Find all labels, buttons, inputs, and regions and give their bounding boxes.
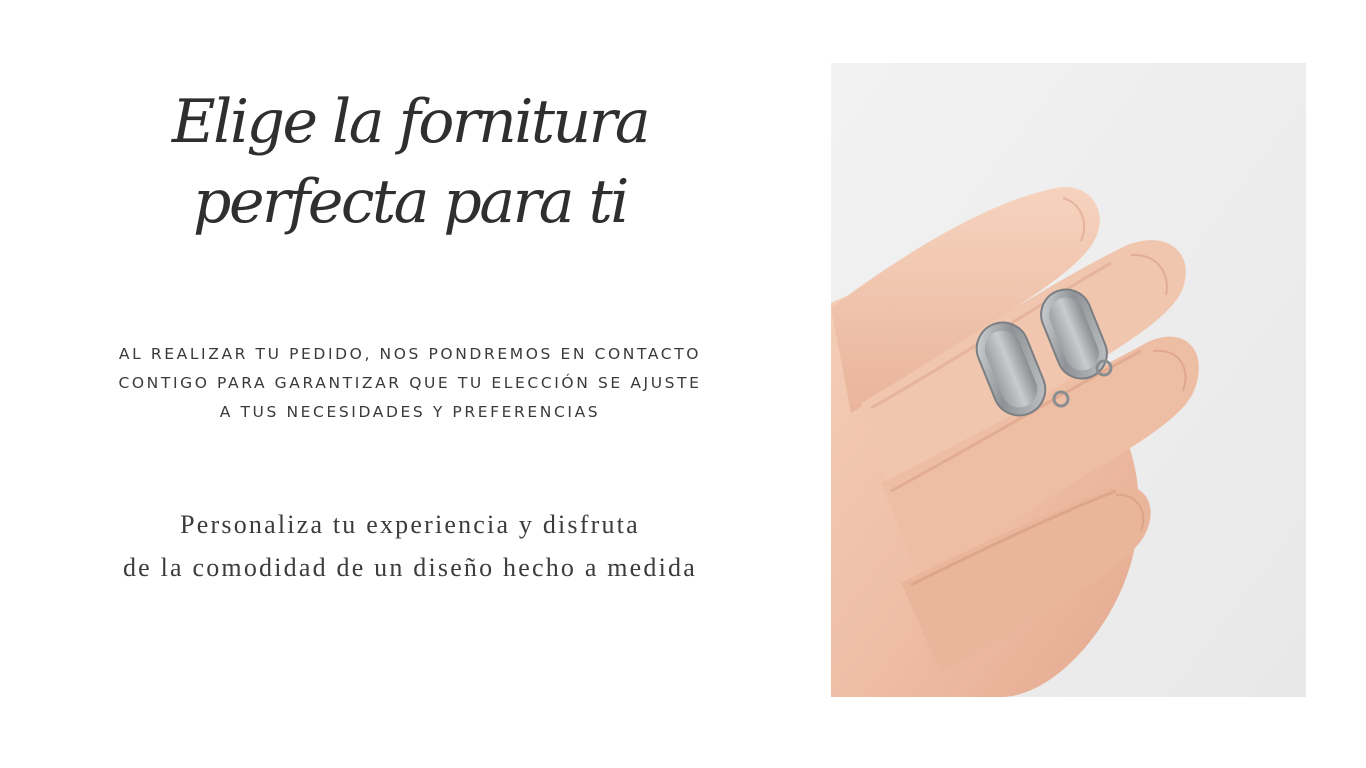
headline-line-1: Elige la fornitura: [171, 87, 651, 157]
headline-line-2: perfecta para ti: [193, 167, 629, 237]
headline: Elige la fornitura perfecta para ti: [80, 82, 740, 242]
tagline-line-2: de la comodidad de un diseño hecho a med…: [122, 553, 697, 582]
order-notice: AL REALIZAR TU PEDIDO, NOS PONDREMOS EN …: [118, 345, 702, 421]
tagline-line-1: Personaliza tu experiencia y disfruta: [180, 510, 640, 539]
text-column: Elige la fornitura perfecta para ti AL R…: [80, 0, 740, 768]
slide: Elige la fornitura perfecta para ti AL R…: [0, 0, 1366, 768]
product-photo: [831, 63, 1306, 697]
hand-holding-earrings-image: [831, 63, 1306, 697]
tagline: Personaliza tu experiencia y disfruta de…: [80, 503, 740, 589]
